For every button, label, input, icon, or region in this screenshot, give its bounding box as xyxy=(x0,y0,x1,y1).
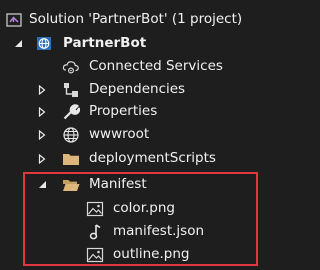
tree-item-label: deploymentScripts xyxy=(89,150,216,166)
dependencies-icon xyxy=(62,81,80,99)
image-file-icon xyxy=(86,200,104,218)
expand-arrow-icon[interactable] xyxy=(11,32,25,55)
solution-label: Solution 'PartnerBot' (1 project) xyxy=(29,11,243,27)
manifest-folder-label: Manifest xyxy=(89,176,147,192)
expand-arrow-icon[interactable] xyxy=(35,173,49,196)
tree-item-label: Connected Services xyxy=(89,58,223,74)
json-file-icon xyxy=(86,223,104,241)
collapse-arrow-icon[interactable] xyxy=(35,147,49,170)
tree-row-deployment-scripts[interactable]: deploymentScripts xyxy=(0,147,264,170)
tree-item-label: wwwroot xyxy=(89,126,150,142)
tree-row-manifest-json[interactable]: manifest.json xyxy=(0,220,264,243)
tree-row-connected-services[interactable]: Connected Services xyxy=(0,55,264,78)
tree-row-manifest-folder[interactable]: Manifest xyxy=(0,173,264,196)
visual-studio-solution-icon xyxy=(6,11,24,29)
file-label: manifest.json xyxy=(113,223,205,239)
collapse-arrow-icon[interactable] xyxy=(35,100,49,123)
tree-row-outline-png[interactable]: outline.png xyxy=(0,243,264,266)
tree-row-dependencies[interactable]: Dependencies xyxy=(0,78,264,101)
project-label: PartnerBot xyxy=(63,35,147,51)
tree-row-project[interactable]: PartnerBot xyxy=(0,32,264,55)
folder-icon xyxy=(62,150,80,168)
tree-item-label: Dependencies xyxy=(89,81,186,97)
web-project-globe-icon xyxy=(36,35,54,53)
image-file-icon xyxy=(86,246,104,264)
tree-row-properties[interactable]: Properties xyxy=(0,100,264,123)
folder-open-icon xyxy=(62,176,80,194)
file-label: color.png xyxy=(113,200,175,216)
tree-row-wwwroot[interactable]: wwwroot xyxy=(0,123,264,146)
wrench-icon xyxy=(62,103,80,121)
globe-icon xyxy=(62,126,80,144)
tree-item-label: Properties xyxy=(89,103,158,119)
collapse-arrow-icon[interactable] xyxy=(35,123,49,146)
collapse-arrow-icon[interactable] xyxy=(35,78,49,101)
tree-row-solution[interactable]: Solution 'PartnerBot' (1 project) xyxy=(0,8,264,31)
file-label: outline.png xyxy=(113,246,190,262)
tree-row-color-png[interactable]: color.png xyxy=(0,197,264,220)
solution-explorer-tree: Solution 'PartnerBot' (1 project) Partne… xyxy=(0,0,264,270)
cloud-gear-icon xyxy=(62,58,80,76)
